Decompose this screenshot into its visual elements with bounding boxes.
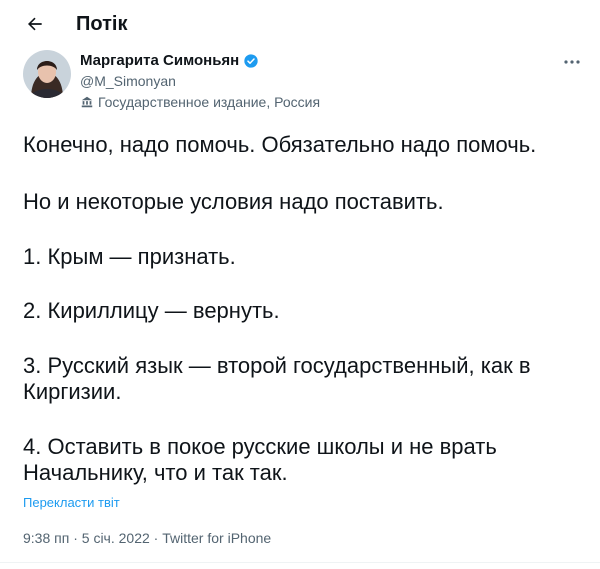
tweet-paragraph: 4. Оставить в покое русские школы и не в… bbox=[23, 434, 497, 485]
state-media-icon bbox=[81, 96, 93, 108]
tweet-paragraph: Но и некоторые условия надо поставить. bbox=[23, 189, 444, 214]
author-display-name[interactable]: Маргарита Симоньян bbox=[80, 52, 239, 70]
avatar[interactable] bbox=[23, 50, 71, 98]
divider bbox=[0, 562, 600, 563]
author-block: Маргарита Симоньян @M_Simonyan Государст… bbox=[80, 52, 320, 111]
tweet-date[interactable]: 5 січ. 2022 bbox=[82, 530, 150, 546]
meta-separator: · bbox=[73, 530, 78, 546]
tweet-meta: 9:38 пп · 5 січ. 2022 · Twitter for iPho… bbox=[23, 530, 271, 546]
tweet-time[interactable]: 9:38 пп bbox=[23, 530, 69, 546]
back-button[interactable] bbox=[20, 9, 50, 39]
state-media-label[interactable]: Государственное издание, Россия bbox=[80, 93, 320, 111]
page-title: Потік bbox=[76, 13, 128, 35]
translate-tweet-link[interactable]: Перекласти твіт bbox=[23, 495, 120, 510]
meta-separator: · bbox=[153, 530, 159, 546]
more-button[interactable] bbox=[560, 52, 584, 72]
tweet-paragraph: 1. Крым — признать. bbox=[23, 244, 236, 269]
arrow-left-icon bbox=[28, 17, 42, 31]
tweet-paragraph: Конечно, надо помочь. Обязательно надо п… bbox=[23, 132, 537, 157]
tweet-source[interactable]: Twitter for iPhone bbox=[162, 530, 271, 546]
author-handle[interactable]: @M_Simonyan bbox=[80, 72, 320, 90]
tweet-paragraph: 3. Русский язык — второй государственный… bbox=[23, 353, 531, 404]
tweet-paragraph: 2. Кириллицу — вернуть. bbox=[23, 298, 280, 323]
thread-header: Потік bbox=[0, 0, 600, 48]
more-horizontal-icon bbox=[564, 60, 580, 64]
author-name-row[interactable]: Маргарита Симоньян bbox=[80, 52, 320, 70]
verified-badge-icon bbox=[244, 54, 258, 68]
state-media-text: Государственное издание, Россия bbox=[98, 94, 321, 110]
